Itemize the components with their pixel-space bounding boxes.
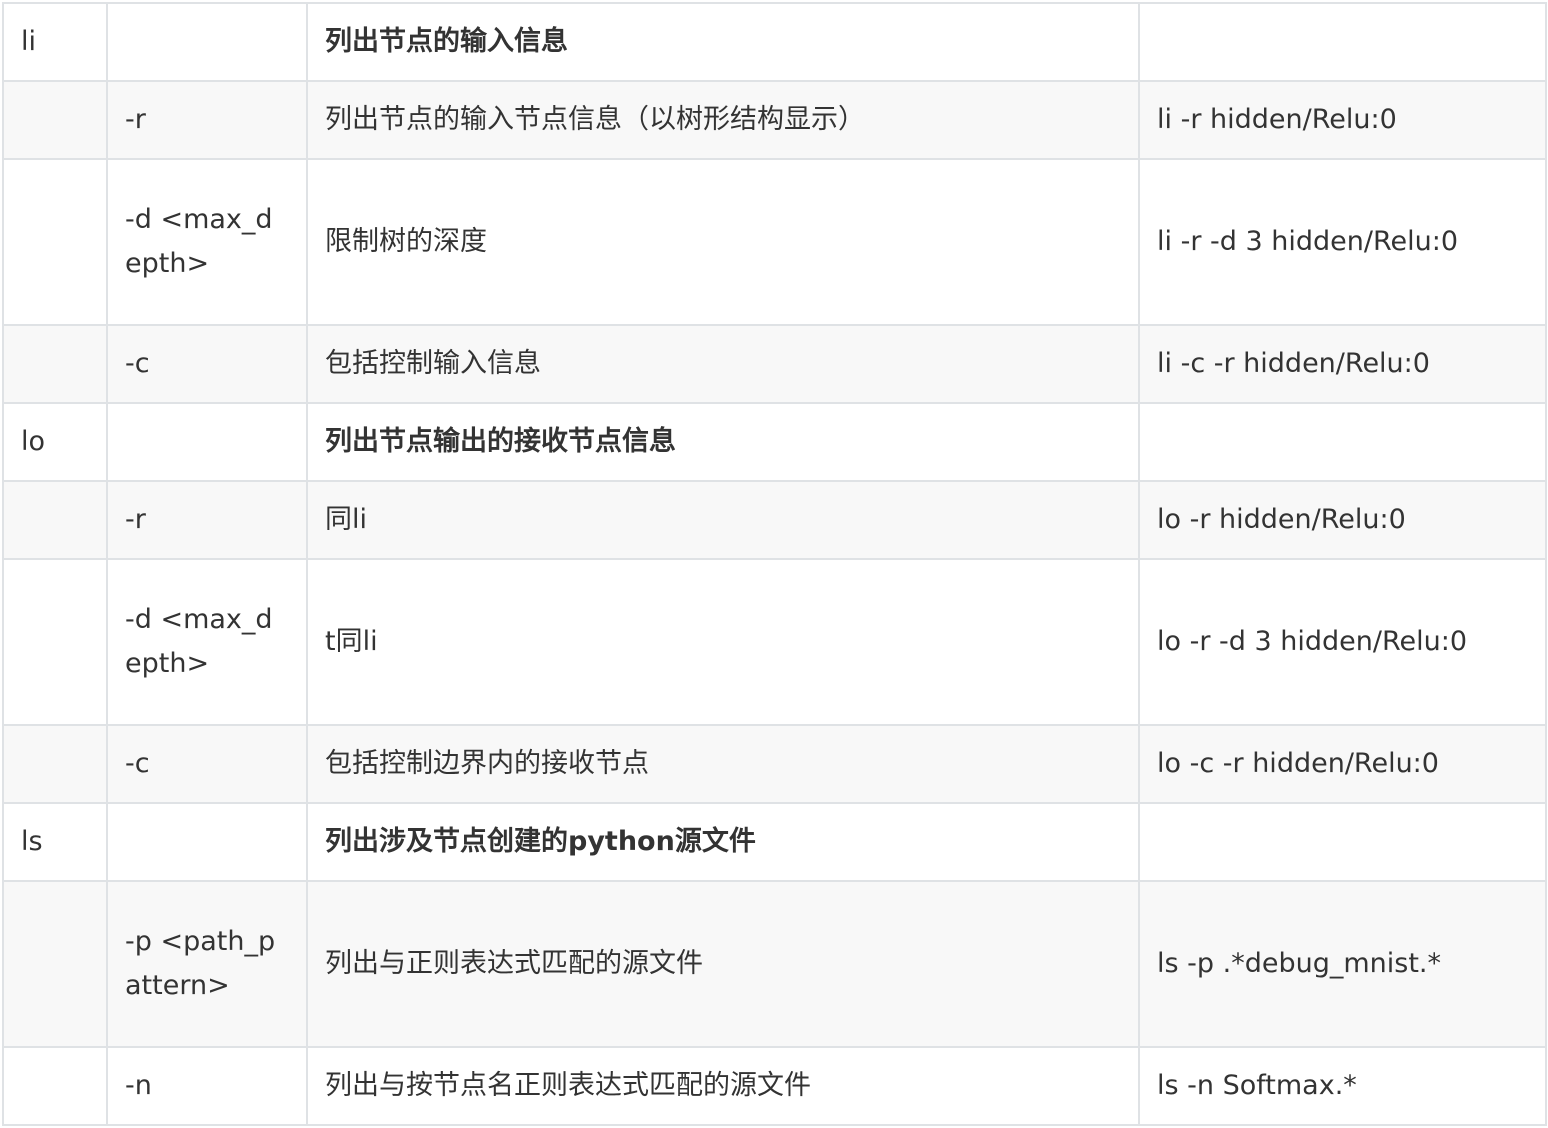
command-cell: ls — [2, 802, 108, 882]
example-cell: lo -r -d 3 hidden/Relu:0 — [1138, 558, 1547, 726]
example-cell — [1138, 402, 1547, 482]
description-cell: 列出节点输出的接收节点信息 — [306, 402, 1140, 482]
command-cell — [2, 1046, 108, 1126]
table-row: -c 包括控制边界内的接收节点 lo -c -r hidden/Relu:0 — [2, 724, 1547, 804]
table-row: -d <max_depth> t同li lo -r -d 3 hidden/Re… — [2, 558, 1547, 726]
table-row: -c 包括控制输入信息 li -c -r hidden/Relu:0 — [2, 324, 1547, 404]
command-cell — [2, 324, 108, 404]
table-row: -r 列出节点的输入节点信息（以树形结构显示） li -r hidden/Rel… — [2, 80, 1547, 160]
description-cell: 列出节点的输入节点信息（以树形结构显示） — [306, 80, 1140, 160]
description-cell: 列出与正则表达式匹配的源文件 — [306, 880, 1140, 1048]
option-cell: -d <max_depth> — [106, 558, 308, 726]
command-cell — [2, 558, 108, 726]
description-cell: t同li — [306, 558, 1140, 726]
table-row: ls 列出涉及节点创建的python源文件 — [2, 802, 1547, 882]
command-cell: lo — [2, 402, 108, 482]
command-table: li 列出节点的输入信息 -r 列出节点的输入节点信息（以树形结构显示） li … — [2, 2, 1547, 1126]
command-cell — [2, 158, 108, 326]
command-cell — [2, 80, 108, 160]
table-row: lo 列出节点输出的接收节点信息 — [2, 402, 1547, 482]
command-cell — [2, 880, 108, 1048]
table-row: -p <path_pattern> 列出与正则表达式匹配的源文件 ls -p .… — [2, 880, 1547, 1048]
table-row: li 列出节点的输入信息 — [2, 2, 1547, 82]
option-cell: -d <max_depth> — [106, 158, 308, 326]
example-cell: li -r hidden/Relu:0 — [1138, 80, 1547, 160]
option-cell: -c — [106, 724, 308, 804]
option-cell: -r — [106, 80, 308, 160]
table-row: -d <max_depth> 限制树的深度 li -r -d 3 hidden/… — [2, 158, 1547, 326]
table-body: li 列出节点的输入信息 -r 列出节点的输入节点信息（以树形结构显示） li … — [2, 2, 1547, 1126]
option-cell: -p <path_pattern> — [106, 880, 308, 1048]
table-row: -n 列出与按节点名正则表达式匹配的源文件 ls -n Softmax.* — [2, 1046, 1547, 1126]
example-cell: ls -n Softmax.* — [1138, 1046, 1547, 1126]
description-cell: 包括控制边界内的接收节点 — [306, 724, 1140, 804]
example-cell: ls -p .*debug_mnist.* — [1138, 880, 1547, 1048]
description-cell: 同li — [306, 480, 1140, 560]
example-cell: lo -r hidden/Relu:0 — [1138, 480, 1547, 560]
example-cell — [1138, 802, 1547, 882]
option-cell — [106, 2, 308, 82]
description-cell: 列出节点的输入信息 — [306, 2, 1140, 82]
option-cell: -r — [106, 480, 308, 560]
option-cell — [106, 802, 308, 882]
table-row: -r 同li lo -r hidden/Relu:0 — [2, 480, 1547, 560]
example-cell: lo -c -r hidden/Relu:0 — [1138, 724, 1547, 804]
description-cell: 限制树的深度 — [306, 158, 1140, 326]
example-cell: li -c -r hidden/Relu:0 — [1138, 324, 1547, 404]
description-cell: 包括控制输入信息 — [306, 324, 1140, 404]
command-cell — [2, 480, 108, 560]
option-cell: -n — [106, 1046, 308, 1126]
description-cell: 列出涉及节点创建的python源文件 — [306, 802, 1140, 882]
option-cell — [106, 402, 308, 482]
example-cell: li -r -d 3 hidden/Relu:0 — [1138, 158, 1547, 326]
command-cell: li — [2, 2, 108, 82]
description-cell: 列出与按节点名正则表达式匹配的源文件 — [306, 1046, 1140, 1126]
example-cell — [1138, 2, 1547, 82]
command-cell — [2, 724, 108, 804]
option-cell: -c — [106, 324, 308, 404]
